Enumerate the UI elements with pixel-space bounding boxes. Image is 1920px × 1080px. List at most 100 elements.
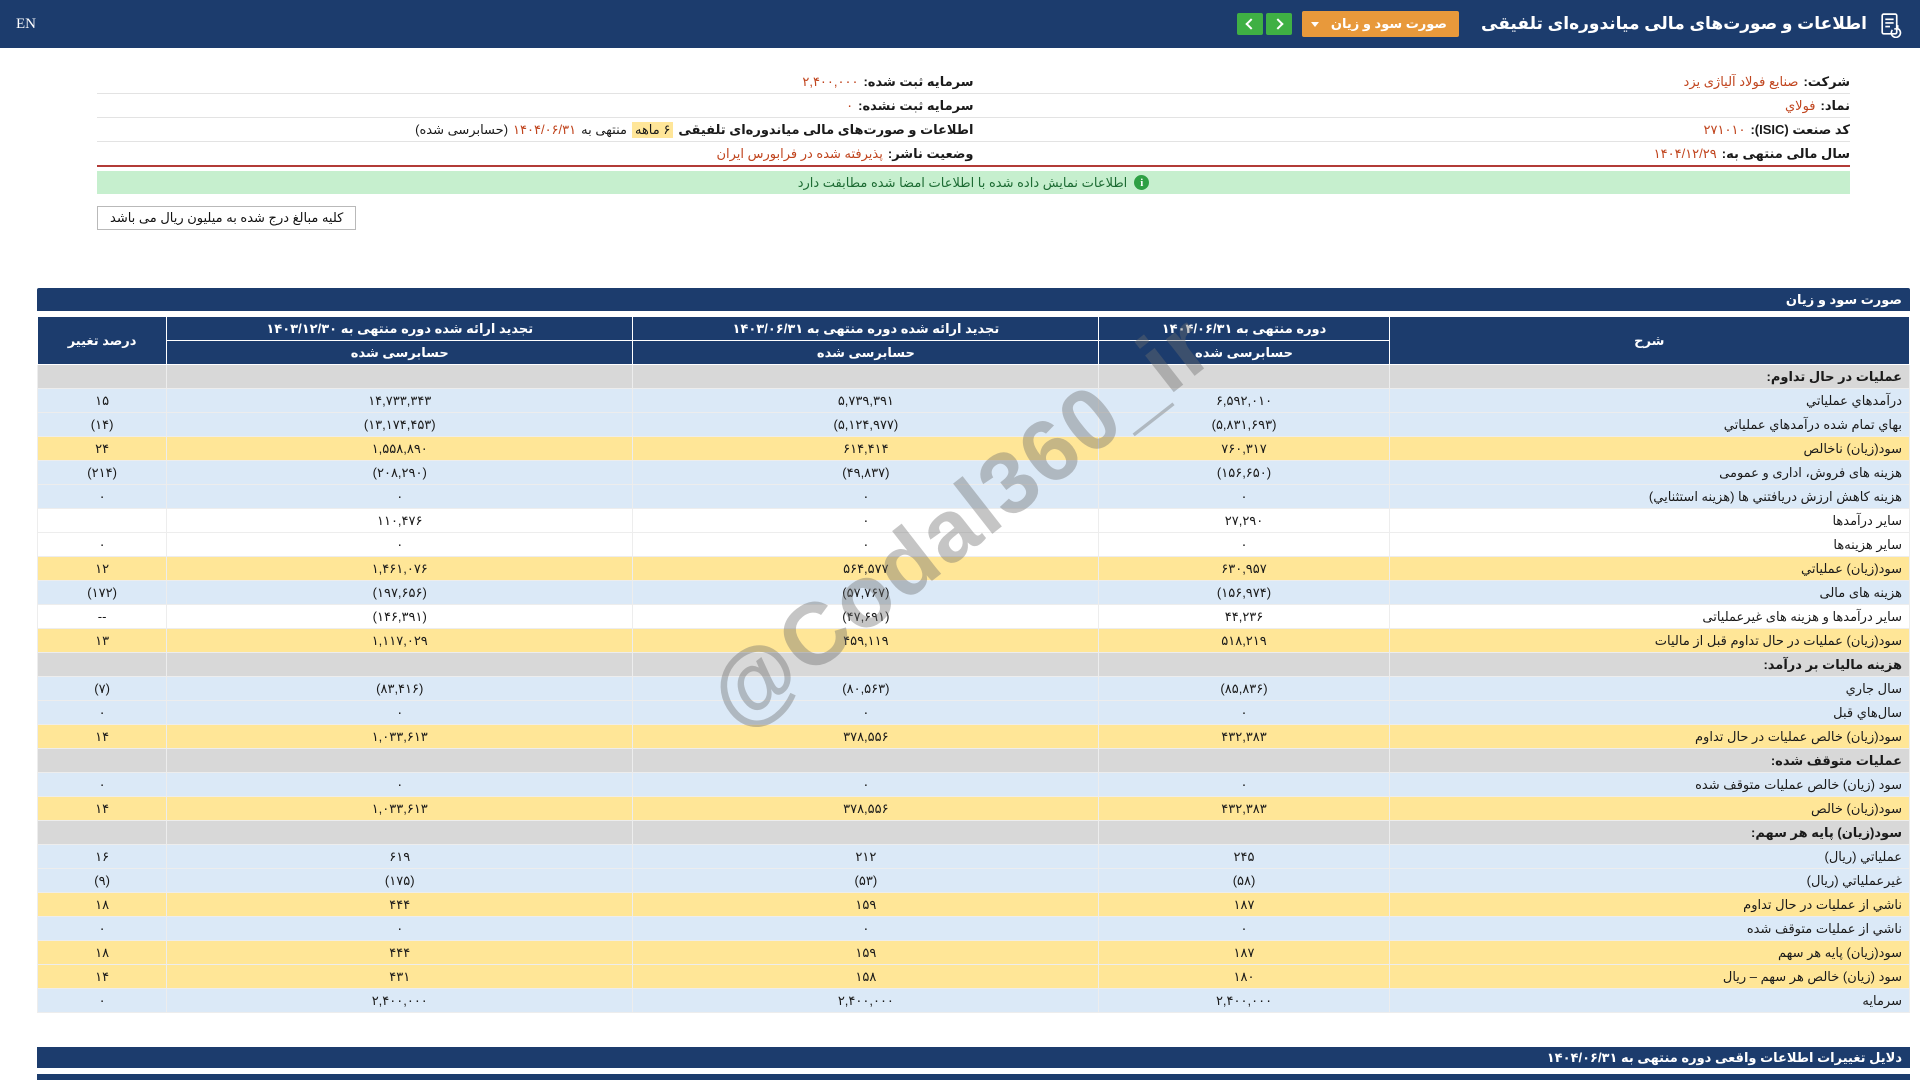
row-label: سال‌هاي قبل [1389,701,1909,725]
column-subheader-audited: حسابرسی شده [633,341,1099,365]
table-row: عملياتي (ريال)۲۴۵۲۱۲۶۱۹۱۶ [38,845,1910,869]
value-current-period: (۸۵,۸۳۶) [1099,677,1389,701]
value-restated-prior-period: ۰ [633,485,1099,509]
topbar: اطلاعات و صورت‌های مالی میاندوره‌ای تلفی… [0,0,1920,48]
value-current-period: ۰ [1099,533,1389,557]
value-change-percent [38,749,167,773]
income-statement-table: شرح دوره منتهی به ۱۴۰۴/۰۶/۳۱ تجدید ارائه… [37,316,1910,1013]
value-restated-prior-period: ۱۵۸ [633,965,1099,989]
column-header-change-percent: درصد تغییر [38,317,167,365]
value-restated-prior-year: (۸۳,۴۱۶) [167,677,633,701]
value-current-period: ۱۸۷ [1099,893,1389,917]
row-label: عملياتي (ريال) [1389,845,1909,869]
statement-body: عملیات در حال تداوم:درآمدهاي عملياتي۶,۵۹… [38,365,1910,1013]
value-change-percent: ۱۴ [38,725,167,749]
company-value[interactable]: صنایع فولاد آلیاژی یزد [1684,74,1799,90]
value-restated-prior-period: ۳۷۸,۵۵۶ [633,797,1099,821]
value-current-period: ۶۳۰,۹۵۷ [1099,557,1389,581]
value-restated-prior-year: ۰ [167,773,633,797]
value-change-percent: (۱۷۲) [38,581,167,605]
value-change-percent: (۷) [38,677,167,701]
value-current-period: ۰ [1099,773,1389,797]
value-restated-prior-year [167,653,633,677]
row-label: هزينه های مالی [1389,581,1909,605]
table-row: سرمايه۲,۴۰۰,۰۰۰۲,۴۰۰,۰۰۰۲,۴۰۰,۰۰۰۰ [38,989,1910,1013]
value-change-percent [38,365,167,389]
symbol-value[interactable]: فولاي [1785,98,1816,114]
info-icon: i [1134,175,1149,190]
value-current-period: (۱۵۶,۶۵۰) [1099,461,1389,485]
column-header-restated-prior-year: تجدید ارائه شده دوره منتهی به ۱۴۰۳/۱۲/۳۰ [167,317,633,341]
issuer-status-value: پذیرفته شده در فرابورس ایران [716,146,882,162]
value-change-percent: ۱۶ [38,845,167,869]
value-restated-prior-year: ۲,۴۰۰,۰۰۰ [167,989,633,1013]
language-toggle[interactable]: EN [16,16,36,33]
value-restated-prior-year: ۰ [167,533,633,557]
next-statement-button[interactable] [1266,13,1292,35]
value-current-period [1099,749,1389,773]
value-current-period: ۴۳۲,۳۸۳ [1099,725,1389,749]
value-restated-prior-period: ۵,۷۳۹,۳۹۱ [633,389,1099,413]
statement-type-dropdown[interactable]: صورت سود و زیان [1302,11,1459,37]
value-restated-prior-year: ۴۴۴ [167,893,633,917]
row-label: هزينه هاى فروش، ادارى و عمومى [1389,461,1909,485]
value-restated-prior-year: ۱,۰۳۳,۶۱۳ [167,797,633,821]
fiscal-year-label: سال مالی منتهی به: [1722,146,1850,162]
value-restated-prior-year: ۱۴,۷۳۳,۳۴۳ [167,389,633,413]
value-change-percent [38,509,167,533]
value-restated-prior-year: ۶۱۹ [167,845,633,869]
statement-header: شرح دوره منتهی به ۱۴۰۴/۰۶/۳۱ تجدید ارائه… [38,317,1910,365]
value-change-percent [38,821,167,845]
report-period-cell: اطلاعات و صورت‌های مالی میاندوره‌ای تلفی… [97,122,974,138]
row-label: غيرعملياتي (ريال) [1389,869,1909,893]
info-row: کد صنعت (ISIC): ۲۷۱۰۱۰ اطلاعات و صورت‌ها… [97,118,1850,142]
report-date: ۱۴۰۴/۰۶/۳۱ [513,122,576,138]
row-label: سود(زيان) پايه هر سهم: [1389,821,1909,845]
table-row: سود(زيان) عمليات در حال تداوم قبل از مال… [38,629,1910,653]
value-restated-prior-year: (۱۴۶,۳۹۱) [167,605,633,629]
report-label: اطلاعات و صورت‌های مالی میاندوره‌ای تلفی… [678,122,973,138]
value-change-percent: ۱۸ [38,941,167,965]
value-change-percent: ۱۸ [38,893,167,917]
row-label: سرمايه [1389,989,1909,1013]
page: اطلاعات و صورت‌های مالی میاندوره‌ای تلفی… [0,0,1920,1080]
value-restated-prior-period: ۰ [633,509,1099,533]
income-statement-section: صورت سود و زیان شرح دوره منتهی به ۱۴۰۴/۰… [37,288,1910,1013]
page-title: اطلاعات و صورت‌های مالی میاندوره‌ای تلفی… [1481,14,1867,34]
report-middle-text: منتهی به [581,122,627,138]
value-current-period: ۰ [1099,917,1389,941]
unregistered-capital-value: ۰ [846,98,853,114]
value-change-percent: ۰ [38,485,167,509]
issuer-status-cell: وضعیت ناشر: پذیرفته شده در فرابورس ایران [97,146,974,162]
value-current-period: ۰ [1099,701,1389,725]
value-restated-prior-year: ۰ [167,485,633,509]
row-label: سود(زيان) خالص عمليات در حال تداوم [1389,725,1909,749]
value-current-period [1099,365,1389,389]
value-current-period: ۷۶۰,۳۱۷ [1099,437,1389,461]
value-change-percent: ۰ [38,773,167,797]
value-restated-prior-year: ۱,۵۵۸,۸۹۰ [167,437,633,461]
row-label: ساير درآمدها و هزينه های غيرعملياتی [1389,605,1909,629]
chevron-right-icon [1272,18,1283,29]
value-restated-prior-year: (۲۰۸,۲۹۰) [167,461,633,485]
statement-title-bar: صورت سود و زیان [37,288,1910,311]
prev-statement-button[interactable] [1237,13,1263,35]
table-row: سود(زيان) خالص۴۳۲,۳۸۳۳۷۸,۵۵۶۱,۰۳۳,۶۱۳۱۴ [38,797,1910,821]
report-period-badge: ۶ ماهه [632,122,673,138]
value-restated-prior-period: (۴۷,۶۹۱) [633,605,1099,629]
value-restated-prior-period: ۰ [633,701,1099,725]
value-restated-prior-year: ۴۳۱ [167,965,633,989]
table-row: هزينه های مالی(۱۵۶,۹۷۴)(۵۷,۷۶۷)(۱۹۷,۶۵۶)… [38,581,1910,605]
value-restated-prior-period: ۰ [633,917,1099,941]
row-label: سود(زيان) عملياتي [1389,557,1909,581]
table-row: سود(زيان) عملياتي۶۳۰,۹۵۷۵۶۴,۵۷۷۱,۴۶۱,۰۷۶… [38,557,1910,581]
value-restated-prior-period [633,365,1099,389]
row-label: عمليات متوقف شده: [1389,749,1909,773]
value-restated-prior-year: ۰ [167,917,633,941]
value-restated-prior-period: (۸۰,۵۶۳) [633,677,1099,701]
value-restated-prior-period: ۵۶۴,۵۷۷ [633,557,1099,581]
fiscal-year-cell: سال مالی منتهی به: ۱۴۰۴/۱۲/۲۹ [974,146,1851,162]
value-restated-prior-period: ۲۱۲ [633,845,1099,869]
value-current-period: ۴۳۲,۳۸۳ [1099,797,1389,821]
value-restated-prior-year: (۱۷۵) [167,869,633,893]
